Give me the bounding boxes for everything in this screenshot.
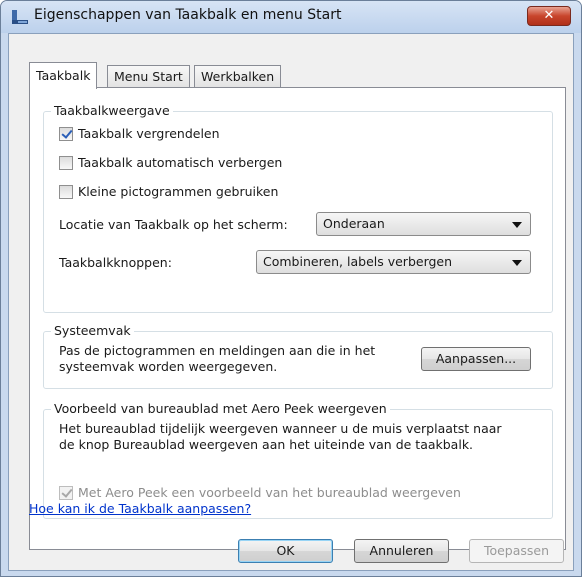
checkbox-lock-taskbar[interactable]: Taakbalk vergrendelen bbox=[59, 126, 220, 141]
checkbox-label: Met Aero Peek een voorbeeld van het bure… bbox=[78, 485, 461, 500]
button-label: Toepassen bbox=[483, 543, 550, 558]
tab-werkbalken[interactable]: Werkbalken bbox=[194, 65, 282, 87]
tab-panel-taakbalk: Taakbalkweergave Taakbalk vergrendelen T… bbox=[29, 87, 566, 550]
button-label: OK bbox=[276, 543, 295, 558]
apply-button: Toepassen bbox=[469, 539, 564, 563]
help-link[interactable]: Hoe kan ik de Taakbalk aanpassen? bbox=[29, 501, 251, 516]
taskbar-buttons-label: Taakbalkknoppen: bbox=[59, 255, 172, 270]
checkbox-aero-peek: Met Aero Peek een voorbeeld van het bure… bbox=[59, 485, 461, 500]
taskbar-buttons-dropdown[interactable]: Combineren, labels verbergen bbox=[256, 250, 531, 274]
title-bar[interactable]: Eigenschappen van Taakbalk en menu Start… bbox=[1, 1, 581, 33]
notification-area-description: Pas de pictogrammen en meldingen aan die… bbox=[59, 343, 409, 375]
tab-label: Taakbalk bbox=[36, 68, 91, 83]
ok-button[interactable]: OK bbox=[238, 539, 333, 563]
tab-taakbalk[interactable]: Taakbalk bbox=[29, 62, 98, 89]
button-label: Annuleren bbox=[369, 543, 434, 558]
location-dropdown[interactable]: Onderaan bbox=[316, 212, 531, 236]
checkbox-unchecked-icon[interactable] bbox=[59, 155, 73, 170]
description-line: Het bureaublad tijdelijk weergeven wanne… bbox=[59, 421, 502, 436]
description-line: de knop Bureaublad weergeven aan het uit… bbox=[59, 437, 474, 452]
group-taskbar-appearance: Taakbalkweergave Taakbalk vergrendelen T… bbox=[43, 103, 553, 313]
description-line: Pas de pictogrammen en meldingen aan die… bbox=[59, 343, 376, 358]
checkbox-label: Kleine pictogrammen gebruiken bbox=[78, 184, 279, 199]
checkbox-unchecked-icon[interactable] bbox=[59, 184, 73, 199]
cancel-button[interactable]: Annuleren bbox=[354, 539, 449, 563]
checkbox-autohide-taskbar[interactable]: Taakbalk automatisch verbergen bbox=[59, 155, 282, 170]
dropdown-value: Combineren, labels verbergen bbox=[263, 254, 453, 269]
tab-menu-start[interactable]: Menu Start bbox=[107, 65, 190, 87]
chevron-down-icon bbox=[512, 260, 522, 266]
checkbox-label: Taakbalk vergrendelen bbox=[78, 126, 220, 141]
dialog-client-area: Taakbalk Menu Start Werkbalken Taakbalkw… bbox=[8, 33, 574, 571]
group-title: Voorbeeld van bureaublad met Aero Peek w… bbox=[51, 401, 390, 416]
window-title: Eigenschappen van Taakbalk en menu Start bbox=[34, 7, 342, 23]
checkbox-small-icons[interactable]: Kleine pictogrammen gebruiken bbox=[59, 184, 278, 199]
label-text: Locatie van Taakbalk op het scherm: bbox=[59, 217, 288, 232]
close-icon: ✕ bbox=[543, 8, 555, 23]
properties-window: Eigenschappen van Taakbalk en menu Start… bbox=[0, 0, 582, 577]
tab-label: Menu Start bbox=[114, 69, 183, 84]
checkbox-checked-disabled-icon bbox=[59, 485, 73, 500]
button-label: Aanpassen... bbox=[435, 351, 517, 366]
customize-button[interactable]: Aanpassen... bbox=[421, 347, 531, 371]
description-line: systeemvak worden weergegeven. bbox=[59, 359, 278, 374]
chevron-down-icon bbox=[512, 222, 522, 228]
group-title: Taakbalkweergave bbox=[51, 103, 173, 118]
label-text: Taakbalkknoppen: bbox=[59, 255, 172, 270]
checkbox-label: Taakbalk automatisch verbergen bbox=[78, 155, 283, 170]
checkbox-checked-icon[interactable] bbox=[59, 126, 73, 141]
taskbar-app-icon bbox=[11, 9, 29, 25]
group-title: Systeemvak bbox=[51, 323, 134, 338]
close-button[interactable]: ✕ bbox=[527, 6, 571, 26]
group-notification-area: Systeemvak Pas de pictogrammen en meldin… bbox=[43, 323, 553, 389]
tab-label: Werkbalken bbox=[201, 69, 275, 84]
aero-peek-description: Het bureaublad tijdelijk weergeven wanne… bbox=[59, 421, 549, 453]
dropdown-value: Onderaan bbox=[323, 216, 385, 231]
location-label: Locatie van Taakbalk op het scherm: bbox=[59, 217, 288, 232]
